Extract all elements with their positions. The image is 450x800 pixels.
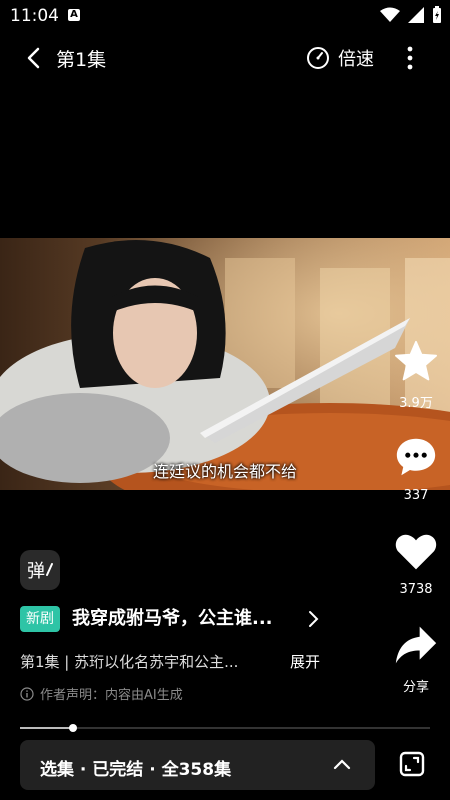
chevron-up-icon[interactable]: [332, 756, 352, 772]
episode-selector-label: 选集 · 已完结 · 全358集: [40, 760, 232, 780]
speed-icon: [307, 47, 329, 69]
danmu-label: 弹: [27, 561, 45, 582]
progress-handle[interactable]: [69, 724, 77, 732]
ai-declaration-text: 作者声明：内容由AI生成: [40, 688, 183, 703]
comment-button[interactable]: 337: [386, 436, 446, 503]
favorite-count: 3.9万: [399, 396, 433, 411]
new-drama-badge: 新剧: [20, 606, 60, 632]
ai-declaration: 作者声明：内容由AI生成: [20, 684, 183, 703]
status-time: 11:04: [10, 6, 59, 26]
episode-title: 第1集: [56, 49, 107, 71]
heart-icon: [395, 534, 437, 570]
share-button[interactable]: 分享: [386, 624, 446, 695]
share-icon: [395, 626, 437, 664]
signal-icon: [408, 7, 424, 23]
progress-fill: [20, 727, 73, 729]
comment-icon: [396, 438, 436, 476]
video-subtitle: 连廷议的机会都不给: [152, 462, 297, 481]
comment-count: 337: [403, 488, 429, 503]
notification-badge-icon: A: [68, 9, 80, 21]
system-icons: [380, 6, 442, 24]
info-icon: [20, 686, 34, 701]
like-count: 3738: [399, 582, 433, 597]
fullscreen-icon[interactable]: [397, 749, 427, 779]
drama-title-link[interactable]: 我穿成驸马爷，公主谁...: [72, 606, 273, 632]
video-frame-image: [0, 238, 450, 490]
share-label: 分享: [402, 680, 429, 695]
progress-track[interactable]: [20, 727, 430, 729]
pencil-icon: [46, 563, 53, 576]
more-options-icon[interactable]: [400, 44, 420, 72]
favorite-button[interactable]: 3.9万: [386, 340, 446, 411]
chevron-right-icon[interactable]: [306, 610, 320, 628]
episode-description: 第1集 | 苏珩以化名苏宇和公主...: [20, 653, 239, 671]
video-player[interactable]: [0, 238, 450, 490]
danmu-toggle-button[interactable]: 弹: [20, 550, 60, 590]
back-icon[interactable]: [22, 46, 46, 70]
battery-icon: [433, 6, 441, 23]
status-bar: 11:04 A: [0, 0, 450, 30]
star-icon: [395, 340, 437, 381]
speed-button[interactable]: 倍速: [306, 45, 374, 71]
wifi-icon: [380, 7, 400, 22]
like-button[interactable]: 3738: [386, 530, 446, 597]
expand-button[interactable]: 展开: [290, 651, 320, 672]
speed-label: 倍速: [338, 49, 374, 70]
